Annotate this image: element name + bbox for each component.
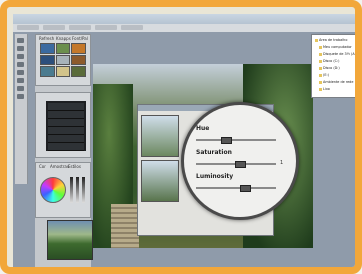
hue-label: Hue [196, 125, 210, 132]
swatch-6[interactable] [40, 66, 55, 77]
panels-column: Refresh Knapps Font/Pal Cor Amostras Est… [35, 34, 93, 267]
explorer-item-label: (E:) [323, 73, 329, 77]
navigator-thumbnail[interactable] [47, 220, 93, 260]
menu-item-1[interactable] [17, 25, 39, 30]
color-tab-3[interactable]: Estilos [68, 164, 81, 169]
layer-row[interactable] [48, 111, 84, 119]
lasso-tool-icon[interactable] [17, 54, 24, 59]
window-titlebar [13, 14, 355, 24]
folder-icon [319, 66, 322, 70]
menubar [13, 24, 355, 32]
layer-row[interactable] [48, 135, 84, 143]
explorer-item-label: Meu computador [323, 45, 352, 49]
explorer-item-label: Disco (C:) [323, 59, 340, 63]
saturation-slider[interactable] [196, 161, 276, 168]
explorer-item-label: Disquete de 3½ (A:) [323, 52, 358, 56]
status-left: documentfile [153, 269, 180, 274]
luminosity-slider[interactable] [196, 185, 276, 192]
layer-row[interactable] [48, 143, 84, 151]
layer-row[interactable] [48, 127, 84, 135]
explorer-item[interactable]: Disco (C:) [319, 59, 355, 64]
explorer-item-label: Ambiente de rede [323, 80, 354, 84]
folder-icon [319, 59, 322, 63]
folder-icon [319, 80, 322, 84]
preview-before [141, 115, 179, 157]
color-panel: Cor Amostras Estilos [35, 162, 91, 218]
stairs [111, 204, 139, 248]
menu-item-4[interactable] [95, 25, 117, 30]
toolbox [15, 34, 28, 184]
luminosity-label: Luminosity [196, 173, 234, 180]
text-tool-icon[interactable] [17, 86, 24, 91]
crop-tool-icon[interactable] [17, 62, 24, 67]
menu-item-3[interactable] [69, 25, 91, 30]
luminosity-slider-thumb[interactable] [240, 185, 251, 192]
saturation-label: Saturation [196, 149, 232, 156]
layers-panel [35, 92, 91, 158]
folder-icon [315, 38, 318, 42]
explorer-item[interactable]: Ambiente de rede [319, 80, 355, 85]
eraser-tool-icon[interactable] [17, 78, 24, 83]
saturation-slider[interactable] [76, 177, 79, 203]
status-bar: documentfile 100 x 400 [13, 268, 362, 274]
swatch-grid [40, 43, 86, 77]
swatch-5[interactable] [71, 54, 86, 66]
panel-tab-1[interactable]: Refresh [39, 36, 54, 41]
move-tool-icon[interactable] [17, 38, 24, 43]
menu-item-2[interactable] [43, 25, 65, 30]
explorer-item[interactable]: (E:) [319, 73, 355, 78]
file-explorer-panel: Área de trabalho Meu computador Disquete d… [311, 34, 358, 98]
color-wheel-icon[interactable] [40, 177, 66, 203]
color-tab-2[interactable]: Amostras [50, 164, 69, 169]
brightness-slider[interactable] [70, 177, 73, 203]
preview-after [141, 160, 179, 202]
swatch-4[interactable] [55, 54, 71, 66]
explorer-item[interactable]: Área de trabalho [315, 38, 355, 43]
editor-screenshot: Refresh Knapps Font/Pal Cor Amostras Est… [13, 14, 362, 274]
explorer-item-label: Lixo [323, 87, 330, 91]
menu-item-5[interactable] [121, 25, 143, 30]
explorer-item-label: Área de trabalho [319, 38, 348, 42]
folder-icon [319, 87, 322, 91]
layer-row[interactable] [48, 119, 84, 127]
select-tool-icon[interactable] [17, 46, 24, 51]
magnifier-lens: Hue Saturation 1 Luminosity [181, 102, 299, 220]
swatch-2[interactable] [71, 43, 86, 54]
hue-slider[interactable] [196, 137, 276, 144]
folder-icon [319, 52, 322, 56]
panel-tab-3[interactable]: Font/Pal [72, 36, 88, 41]
explorer-item-label: Disco (D:) [323, 66, 340, 70]
color-tab-1[interactable]: Cor [39, 164, 46, 169]
explorer-item[interactable]: Meu computador [319, 45, 355, 50]
zoom-tool-icon[interactable] [17, 94, 24, 99]
panel-tab-2[interactable]: Knapps [56, 36, 71, 41]
layers-list [46, 101, 86, 151]
saturation-value: 1 [280, 160, 284, 166]
swatch-8[interactable] [71, 66, 86, 77]
swatches-panel: Refresh Knapps Font/Pal [35, 34, 91, 86]
folder-icon [319, 45, 322, 49]
swatch-0[interactable] [40, 43, 55, 54]
explorer-item[interactable]: Disquete de 3½ (A:) [319, 52, 358, 57]
folder-icon [319, 73, 322, 77]
swatch-7[interactable] [55, 66, 71, 77]
window-title [58, 16, 258, 21]
swatch-1[interactable] [55, 43, 71, 54]
status-right: 100 x 400 [259, 269, 280, 274]
brush-tool-icon[interactable] [17, 70, 24, 75]
swatch-3[interactable] [40, 54, 55, 66]
layer-row[interactable] [48, 103, 84, 111]
hue-slider-thumb[interactable] [221, 137, 232, 144]
explorer-item[interactable]: Disco (D:) [319, 66, 355, 71]
photo-frame: Refresh Knapps Font/Pal Cor Amostras Est… [0, 0, 362, 274]
explorer-item[interactable]: Lixo [319, 87, 355, 92]
saturation-slider-thumb[interactable] [235, 161, 246, 168]
alpha-slider[interactable] [82, 177, 85, 203]
